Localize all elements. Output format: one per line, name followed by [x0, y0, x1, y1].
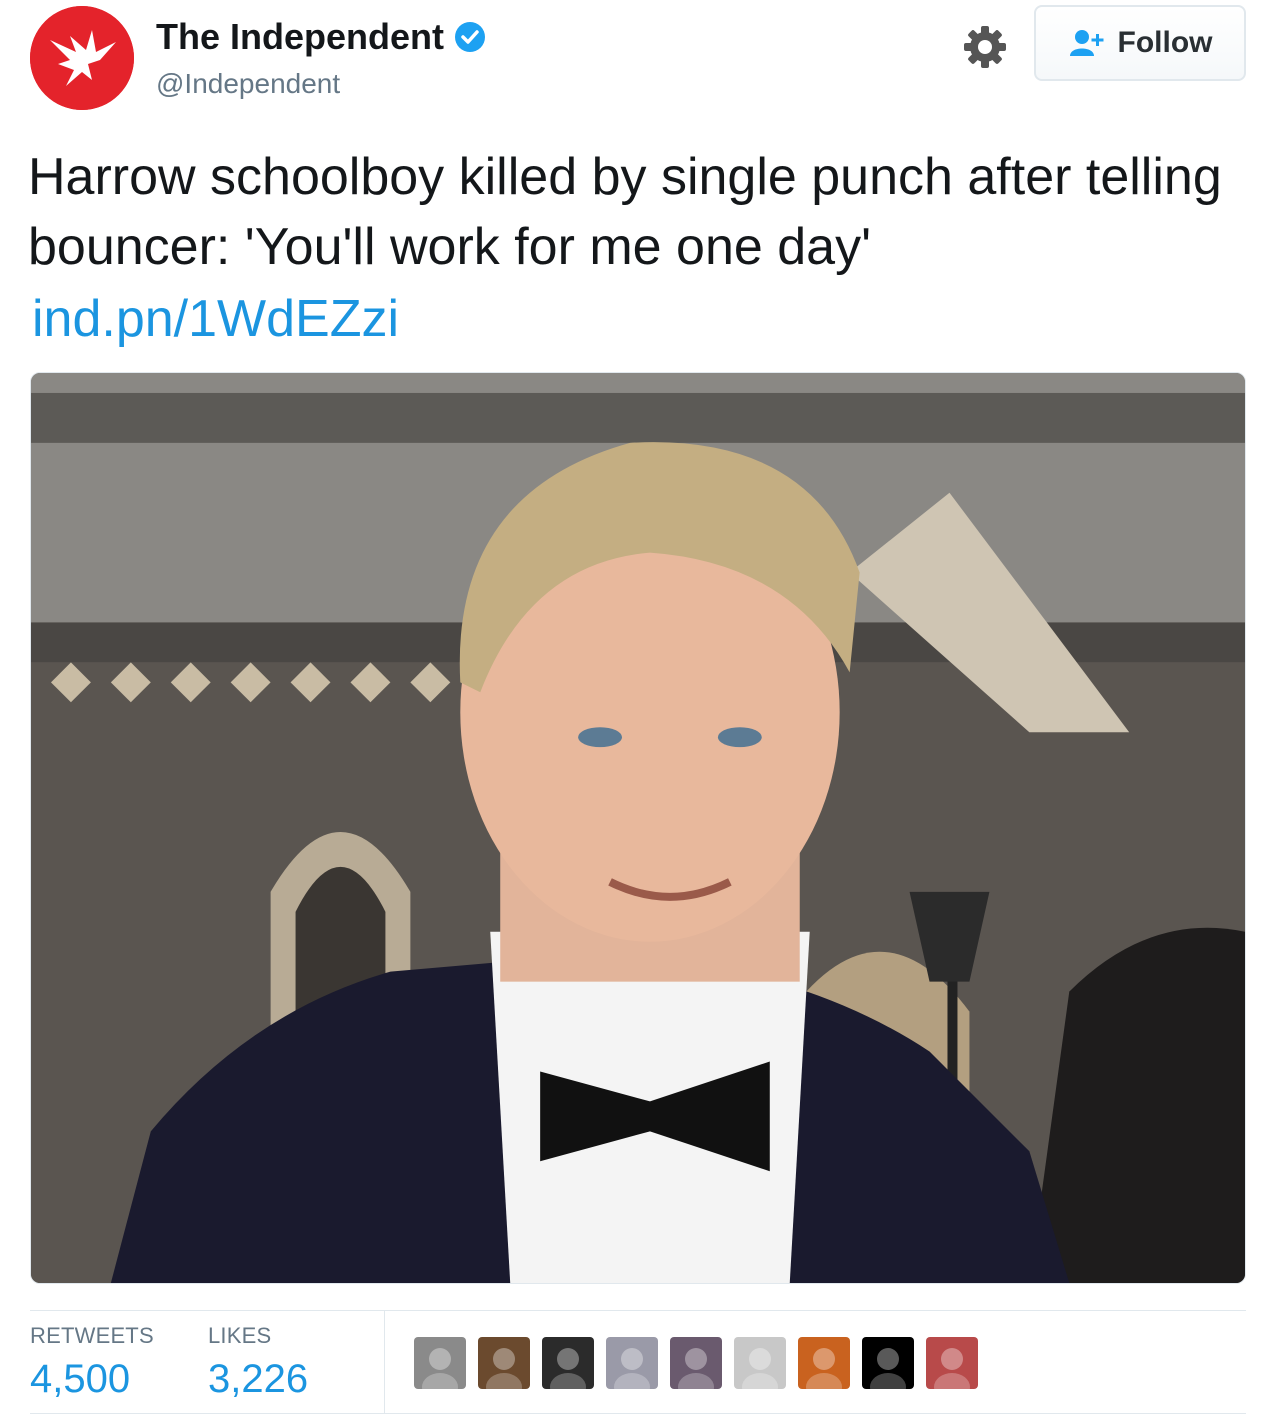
liker-avatar-5[interactable] — [670, 1337, 722, 1389]
retweets-count: 4,500 — [30, 1357, 131, 1401]
account-handle[interactable]: @Independent — [156, 68, 340, 100]
gear-icon[interactable] — [962, 24, 1008, 70]
liker-avatar-8[interactable] — [862, 1337, 914, 1389]
liker-avatars — [414, 1337, 990, 1389]
tweet-link[interactable]: ind.pn/1WdEZzi — [32, 284, 399, 354]
likes-count: 3,226 — [208, 1357, 309, 1401]
retweets-stat[interactable]: RETWEETS 4,500 — [30, 1323, 154, 1402]
account-name[interactable]: The Independent — [156, 16, 444, 58]
follow-label: Follow — [1117, 26, 1213, 59]
tweet-photo[interactable] — [30, 372, 1246, 1284]
tweet-stats: RETWEETS 4,500 LIKES 3,226 — [30, 1310, 1246, 1414]
liker-avatar-1[interactable] — [414, 1337, 466, 1389]
likes-stat[interactable]: LIKES 3,226 — [208, 1323, 308, 1402]
verified-badge-icon — [455, 22, 485, 52]
tweet-text: Harrow schoolboy killed by single punch … — [28, 148, 1222, 276]
account-avatar[interactable] — [30, 6, 134, 110]
add-user-icon — [1069, 30, 1103, 56]
tweet-header: The Independent @Independent Follow — [0, 0, 1280, 120]
liker-avatar-9[interactable] — [926, 1337, 978, 1389]
likes-label: LIKES — [208, 1323, 272, 1348]
stats-divider — [384, 1311, 385, 1413]
eagle-logo-icon — [30, 6, 134, 110]
liker-avatar-6[interactable] — [734, 1337, 786, 1389]
liker-avatar-3[interactable] — [542, 1337, 594, 1389]
liker-avatar-4[interactable] — [606, 1337, 658, 1389]
follow-button[interactable]: Follow — [1034, 5, 1246, 81]
liker-avatar-2[interactable] — [478, 1337, 530, 1389]
retweets-label: RETWEETS — [30, 1323, 154, 1348]
photo-image — [31, 373, 1245, 1283]
liker-avatar-7[interactable] — [798, 1337, 850, 1389]
